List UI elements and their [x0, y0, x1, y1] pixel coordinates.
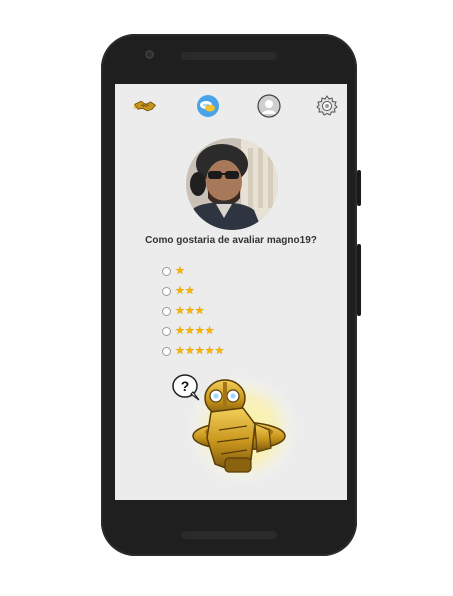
gear-icon[interactable]	[315, 94, 339, 118]
rating-option-2[interactable]: ★★	[162, 281, 224, 301]
radio-button[interactable]	[162, 326, 171, 336]
radio-button[interactable]	[162, 286, 171, 296]
avatar	[186, 138, 278, 230]
profile-icon[interactable]	[257, 94, 281, 118]
top-nav	[115, 84, 347, 128]
power-button	[357, 170, 361, 206]
rating-option-4[interactable]: ★★★★	[162, 321, 224, 341]
top-speaker	[181, 52, 277, 60]
radio-button[interactable]	[162, 346, 171, 356]
rating-option-1[interactable]: ★	[162, 261, 224, 281]
bottom-speaker	[181, 531, 277, 539]
star-icons: ★★★★★	[175, 344, 225, 357]
front-camera	[145, 50, 154, 59]
rating-option-3[interactable]: ★★★	[162, 301, 224, 321]
rating-options: ★ ★★ ★★★ ★★★★ ★★★★★	[162, 261, 224, 361]
mascot-robot: ?	[171, 368, 301, 488]
volume-button	[357, 244, 361, 316]
handshake-icon[interactable]	[133, 94, 157, 118]
rating-option-5[interactable]: ★★★★★	[162, 341, 224, 361]
radio-button[interactable]	[162, 306, 171, 316]
speech-bubble: ?	[172, 374, 200, 401]
rating-question: Como gostaria de avaliar magno19?	[145, 235, 317, 246]
star-icons: ★★★★	[175, 324, 215, 337]
phone-frame: Como gostaria de avaliar magno19? ★ ★★ ★…	[101, 34, 361, 556]
app-screen: Como gostaria de avaliar magno19? ★ ★★ ★…	[115, 84, 347, 500]
star-icons: ★	[175, 264, 185, 277]
star-icons: ★★	[175, 284, 195, 297]
question-mark: ?	[181, 378, 190, 394]
radio-button[interactable]	[162, 266, 171, 276]
star-icons: ★★★	[175, 304, 205, 317]
chat-icon[interactable]	[196, 94, 220, 118]
